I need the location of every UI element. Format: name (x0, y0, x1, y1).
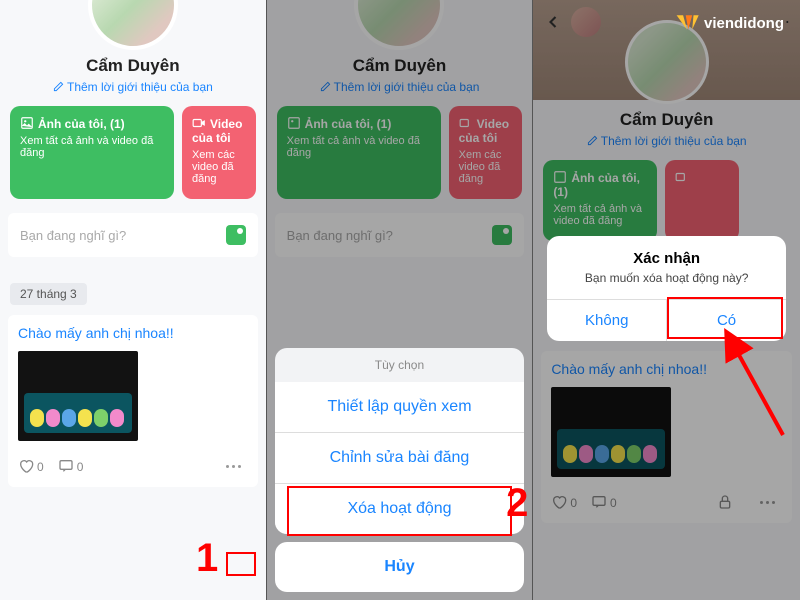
composer-input[interactable]: Bạn đang nghĩ gì? (8, 213, 258, 257)
avatar[interactable] (354, 0, 444, 50)
like-button[interactable]: 0 (18, 458, 44, 474)
edit-tagline-link[interactable]: Thêm lời giới thiệu của bạn (0, 80, 266, 94)
annotation-box-1 (226, 552, 256, 576)
pane-2: Cẩm Duyên Thêm lời giới thiệu của bạn Ản… (267, 0, 534, 600)
avatar[interactable] (88, 0, 178, 50)
video-icon (192, 116, 206, 130)
comment-icon (58, 458, 74, 474)
my-photos-card[interactable]: Ảnh của tôi, (1) Xem tất cả ảnh và video… (277, 106, 441, 199)
post-more-button[interactable] (220, 455, 248, 477)
post-text: Chào mấy anh chị nhoa!! (18, 325, 248, 341)
attach-image-icon[interactable] (226, 225, 246, 245)
post-image[interactable] (551, 387, 671, 477)
comment-button[interactable]: 0 (591, 494, 617, 510)
sheet-cancel-button[interactable]: Hủy (275, 542, 525, 592)
pencil-icon (320, 81, 331, 92)
video-icon (675, 170, 689, 184)
video-icon (459, 116, 473, 130)
my-videos-card[interactable]: Video của tôi Xem các video đã đăng (449, 106, 523, 199)
comment-icon (591, 494, 607, 510)
sheet-option-privacy[interactable]: Thiết lập quyền xem (275, 382, 525, 432)
post-text: Chào mấy anh chị nhoa!! (551, 361, 782, 377)
edit-tagline-link[interactable]: Thêm lời giới thiệu của bạn (267, 80, 533, 94)
pencil-icon (587, 135, 598, 146)
alert-no-button[interactable]: Không (547, 300, 667, 341)
pencil-icon (53, 81, 64, 92)
post-card: Chào mấy anh chị nhoa!! 0 0 (541, 351, 792, 523)
profile-name: Cẩm Duyên (533, 110, 800, 130)
attach-image-icon[interactable] (492, 225, 512, 245)
sheet-option-edit[interactable]: Chỉnh sửa bài đăng (275, 432, 525, 483)
annotation-number-1: 1 (196, 536, 218, 581)
back-icon[interactable] (543, 12, 563, 32)
action-sheet: Tùy chọn Thiết lập quyền xem Chỉnh sửa b… (275, 348, 525, 600)
alert-title: Xác nhận (547, 236, 786, 271)
sheet-header: Tùy chọn (275, 348, 525, 382)
alert-yes-button[interactable]: Có (667, 300, 786, 341)
my-videos-card[interactable] (665, 160, 739, 241)
composer-input[interactable]: Bạn đang nghĩ gì? (275, 213, 525, 257)
post-image[interactable] (18, 351, 138, 441)
pane-1: Cẩm Duyên Thêm lời giới thiệu của bạn Ản… (0, 0, 267, 600)
date-chip: 27 tháng 3 (10, 283, 87, 305)
image-icon (287, 116, 301, 130)
post-card: Chào mấy anh chị nhoa!! 0 0 (8, 315, 258, 487)
mini-avatar[interactable] (571, 7, 601, 37)
my-photos-card[interactable]: Ảnh của tôi, (1) Xem tất cả ảnh và video… (543, 160, 656, 241)
sheet-option-delete[interactable]: Xóa hoạt động (275, 483, 525, 534)
image-icon (20, 116, 34, 130)
my-photos-card[interactable]: Ảnh của tôi, (1) Xem tất cả ảnh và video… (10, 106, 174, 199)
heart-icon (18, 458, 34, 474)
edit-tagline-link[interactable]: Thêm lời giới thiệu của bạn (533, 134, 800, 148)
alert-message: Bạn muốn xóa hoạt động này? (547, 271, 786, 299)
profile-name: Cẩm Duyên (0, 56, 266, 76)
lock-icon (717, 494, 733, 510)
pane-3: I Love You... ⋯ Cẩm Duyên Thêm lời giới … (533, 0, 800, 600)
my-videos-card[interactable]: Video của tôi Xem các video đã đăng (182, 106, 256, 199)
like-button[interactable]: 0 (551, 494, 577, 510)
profile-name: Cẩm Duyên (267, 56, 533, 76)
watermark: viendidong (674, 10, 784, 36)
heart-icon (551, 494, 567, 510)
comment-button[interactable]: 0 (58, 458, 84, 474)
watermark-logo-icon (674, 10, 700, 36)
confirm-dialog: Xác nhận Bạn muốn xóa hoạt động này? Khô… (547, 236, 786, 341)
image-icon (553, 170, 567, 184)
post-more-button[interactable] (754, 491, 782, 513)
